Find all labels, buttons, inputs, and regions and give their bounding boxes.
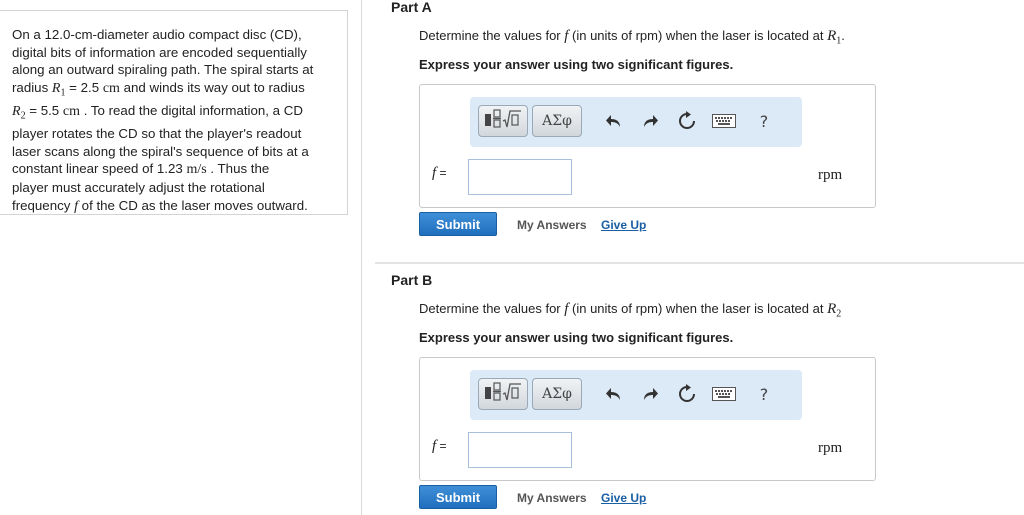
problem-statement: On a 12.0-cm-diameter audio compact disc… xyxy=(0,10,348,215)
reset-button[interactable] xyxy=(673,380,701,408)
math-toolbar: ΑΣφ ? xyxy=(470,97,802,147)
redo-icon xyxy=(644,115,658,127)
undo-button[interactable] xyxy=(600,380,628,408)
part-b-title: Part B xyxy=(391,272,433,288)
part-a-answer-input[interactable] xyxy=(468,159,572,195)
problem-line: On a 12.0-cm-diameter audio compact disc… xyxy=(12,27,302,42)
math-toolbar: ΑΣφ ? xyxy=(470,370,802,420)
symbols-button[interactable]: ΑΣφ xyxy=(532,105,582,137)
redo-icon xyxy=(644,388,658,400)
part-a-title: Part A xyxy=(391,0,432,15)
part-a-answer-panel: ΑΣφ ? f = rpm xyxy=(419,84,876,208)
templates-button[interactable] xyxy=(478,105,528,137)
reset-icon xyxy=(679,111,695,129)
unit-label: rpm xyxy=(818,167,843,183)
reset-button[interactable] xyxy=(673,107,701,135)
templates-button[interactable] xyxy=(478,378,528,410)
problem-line: player must accurately adjust the rotati… xyxy=(12,180,265,196)
keyboard-icon xyxy=(712,114,736,128)
undo-button[interactable] xyxy=(600,107,628,135)
problem-line: laser scans along the spiral's sequence … xyxy=(12,143,309,159)
part-b-submit-button[interactable]: Submit xyxy=(419,485,497,509)
part-divider xyxy=(375,262,1024,264)
reset-icon xyxy=(679,384,695,402)
redo-button[interactable] xyxy=(636,107,664,135)
part-a-submit-button[interactable]: Submit xyxy=(419,212,497,236)
problem-line: radius R1 = 2.5 cm and winds its way out… xyxy=(12,79,305,99)
problem-line: R2 = 5.5 cm . To read the digital inform… xyxy=(12,103,303,122)
symbols-icon: ΑΣφ xyxy=(542,386,572,402)
symbols-button[interactable]: ΑΣφ xyxy=(532,378,582,410)
help-icon: ? xyxy=(759,111,769,131)
problem-line: player rotates the CD so that the player… xyxy=(12,126,302,142)
undo-icon xyxy=(606,115,620,127)
part-b-question: Determine the values for f (in units of … xyxy=(419,301,842,320)
answer-label: f = xyxy=(432,165,447,181)
unit-label: rpm xyxy=(818,440,843,456)
my-answers-label: My Answers xyxy=(517,491,587,505)
keyboard-button[interactable] xyxy=(710,380,738,408)
part-b-instruction: Express your answer using two significan… xyxy=(419,330,734,345)
part-a-give-up-link[interactable]: Give Up xyxy=(601,218,646,232)
part-b-answer-input[interactable] xyxy=(468,432,572,468)
part-b-answer-panel: ΑΣφ ? f = rpm xyxy=(419,357,876,481)
part-a-question: Determine the values for f (in units of … xyxy=(419,28,845,47)
part-a-instruction: Express your answer using two significan… xyxy=(419,57,734,72)
answer-label: f = xyxy=(432,438,447,454)
problem-line: constant linear speed of 1.23 m/s . Thus… xyxy=(12,161,270,178)
problem-line: frequency f of the CD as the laser moves… xyxy=(12,197,308,214)
keyboard-button[interactable] xyxy=(710,107,738,135)
problem-sidebar: On a 12.0-cm-diameter audio compact disc… xyxy=(0,0,362,515)
symbols-icon: ΑΣφ xyxy=(542,113,572,129)
main-content: Part A Determine the values for f (in un… xyxy=(363,0,1024,515)
problem-line: digital bits of information are encoded … xyxy=(12,44,307,60)
part-b-give-up-link[interactable]: Give Up xyxy=(601,491,646,505)
keyboard-icon xyxy=(712,387,736,401)
undo-icon xyxy=(606,388,620,400)
templates-icon xyxy=(483,108,523,135)
redo-button[interactable] xyxy=(636,380,664,408)
my-answers-label: My Answers xyxy=(517,218,587,232)
templates-icon xyxy=(483,381,523,408)
problem-line: along an outward spiraling path. The spi… xyxy=(12,62,314,78)
help-button[interactable]: ? xyxy=(750,107,778,135)
help-icon: ? xyxy=(759,384,769,404)
help-button[interactable]: ? xyxy=(750,380,778,408)
